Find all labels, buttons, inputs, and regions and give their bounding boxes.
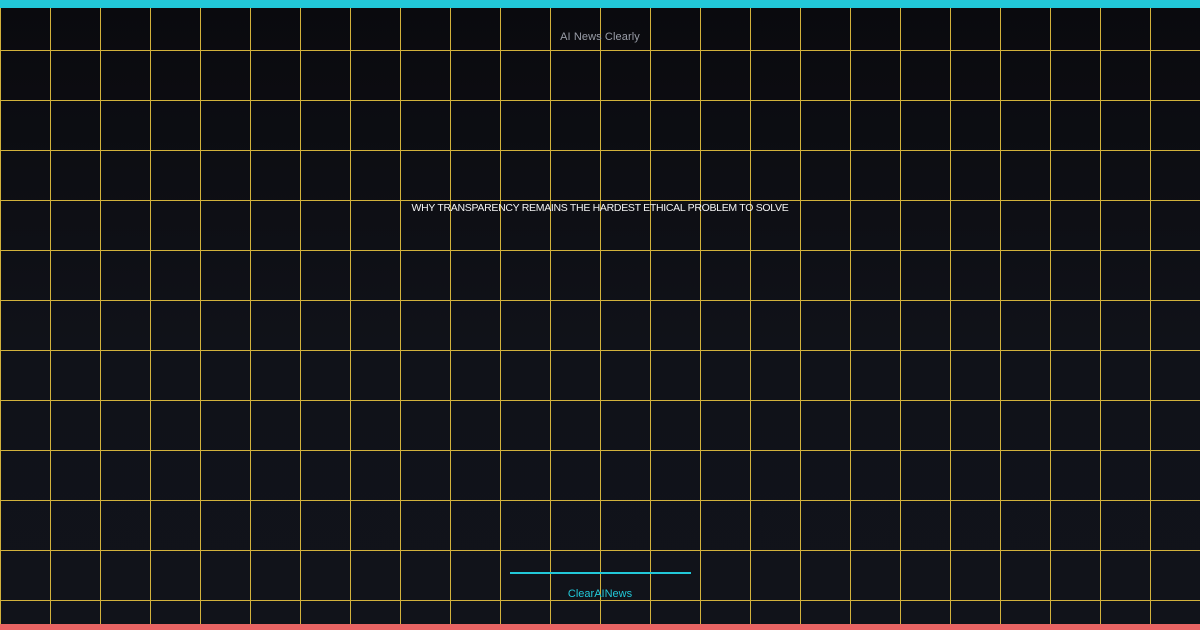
- footer-brand-label: ClearAINews: [567, 588, 633, 600]
- background-grid: [0, 0, 1200, 630]
- bottom-accent-bar: [0, 624, 1200, 630]
- social-card: AI News Clearly WHY TRANSPARENCY REMAINS…: [0, 0, 1200, 630]
- brand-title: AI News Clearly: [560, 31, 640, 43]
- accent-divider: [510, 572, 691, 574]
- top-accent-bar: [0, 0, 1200, 8]
- article-headline: WHY TRANSPARENCY REMAINS THE HARDEST ETH…: [411, 202, 789, 214]
